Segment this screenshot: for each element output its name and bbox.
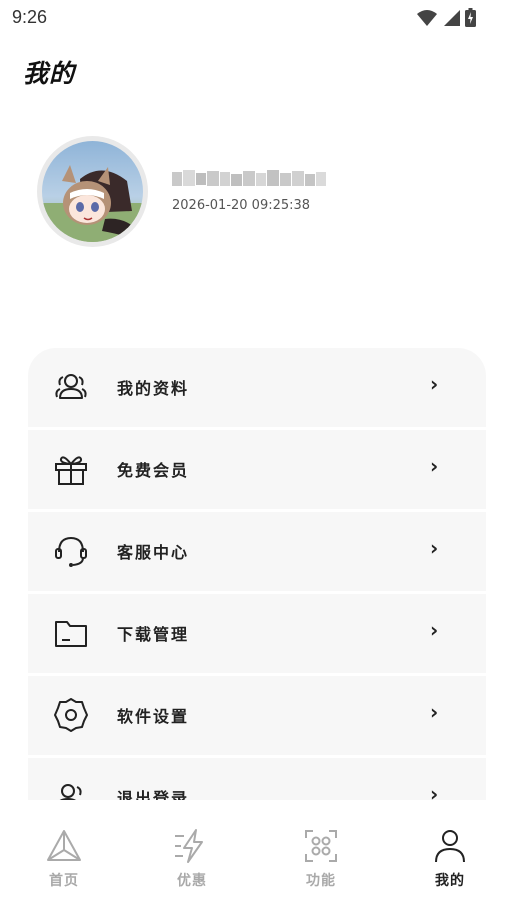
username-blurred: ████████████ [172, 168, 328, 190]
menu-list: 我的资料 › 免费会员 › 客服中心 › 下载管理 › 软件设置 › 退出登录 … [28, 348, 486, 800]
chevron-right-icon: › [430, 782, 439, 800]
menu-item-label: 退出登录 [117, 789, 190, 800]
status-icons [417, 8, 476, 27]
chevron-right-icon: › [430, 700, 439, 724]
grid-scan-icon [305, 830, 337, 862]
menu-item-label: 客服中心 [117, 543, 190, 562]
chevron-right-icon: › [430, 618, 439, 642]
avatar-image [42, 141, 143, 242]
signal-icon [444, 9, 460, 26]
menu-item-label: 我的资料 [117, 379, 190, 398]
folder-icon [55, 621, 87, 647]
page-title: 我的 [23, 59, 76, 88]
bottom-nav: 首页 优惠 功能 我的 [0, 806, 514, 914]
menu-item-label: 软件设置 [117, 707, 190, 726]
menu-item-app-settings[interactable]: 软件设置 › [28, 676, 486, 755]
menu-item-download-manager[interactable]: 下载管理 › [28, 594, 486, 673]
menu-item-free-membership[interactable]: 免费会员 › [28, 430, 486, 509]
users-icon [55, 374, 87, 399]
avatar[interactable] [37, 136, 148, 247]
headset-icon [55, 536, 87, 567]
blurred-username-image [172, 170, 326, 186]
nav-tab-mine[interactable]: 我的 [386, 826, 514, 896]
nav-tab-offers[interactable]: 优惠 [128, 826, 256, 896]
nav-label: 功能 [306, 873, 336, 889]
nav-label: 优惠 [177, 873, 207, 889]
menu-item-customer-service[interactable]: 客服中心 › [28, 512, 486, 591]
settings-gear-icon [54, 698, 88, 732]
chevron-right-icon: › [430, 454, 439, 478]
chevron-right-icon: › [430, 536, 439, 560]
wifi-icon [417, 9, 437, 26]
nav-label: 我的 [435, 873, 465, 889]
nav-tab-home[interactable]: 首页 [0, 826, 128, 896]
chevron-right-icon: › [430, 372, 439, 396]
status-bar: 9:26 [0, 0, 514, 36]
gift-icon [55, 456, 87, 485]
menu-item-my-profile[interactable]: 我的资料 › [28, 348, 486, 427]
nav-tab-features[interactable]: 功能 [257, 826, 385, 896]
nav-label: 首页 [49, 873, 79, 889]
menu-item-logout[interactable]: 退出登录 › [28, 758, 486, 800]
menu-item-label: 免费会员 [117, 461, 190, 480]
status-time: 9:26 [12, 7, 48, 27]
triangle-home-icon [47, 830, 81, 861]
battery-icon [465, 8, 476, 27]
login-timestamp: 2026-01-20 09:25:38 [172, 198, 311, 213]
logout-user-icon [59, 784, 82, 800]
person-icon [435, 830, 465, 863]
menu-item-label: 下载管理 [117, 625, 190, 644]
lightning-icon [175, 829, 203, 863]
